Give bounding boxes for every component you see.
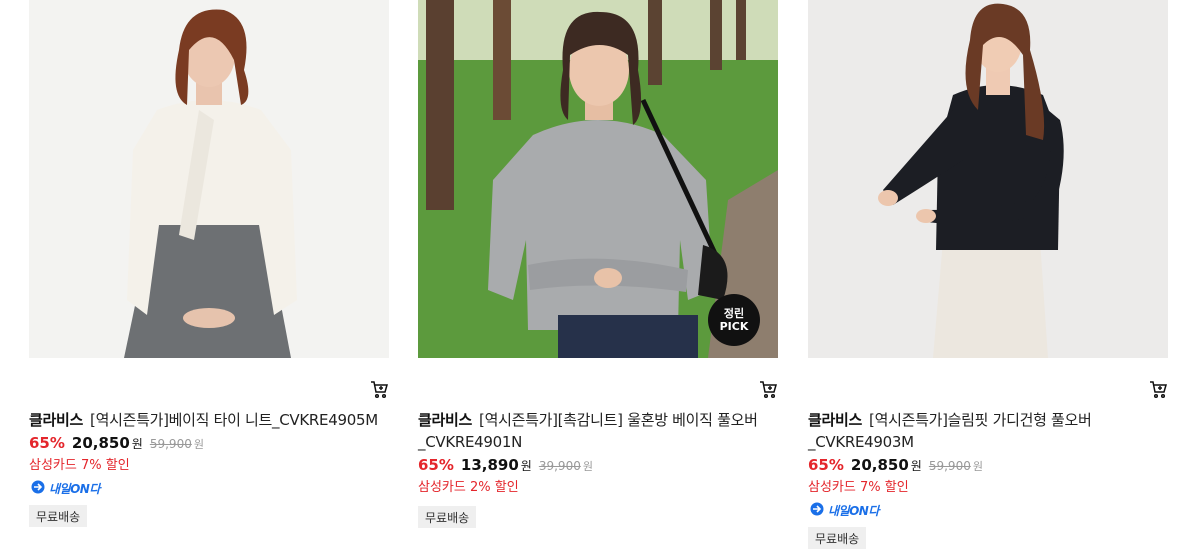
- free-shipping-badge: 무료배송: [29, 505, 88, 527]
- card-discount: 삼성카드 7% 할인: [29, 458, 130, 473]
- product-title[interactable]: 클라비스 [역시즌특가]슬림핏 가디건형 풀오버 _CVKRE4903M: [808, 409, 1168, 453]
- price-unit: 원: [910, 459, 922, 473]
- sale-price: 13,890: [460, 456, 519, 474]
- product-image[interactable]: [29, 0, 389, 358]
- product-title[interactable]: 클라비스 [역시즌특가][촉감니트] 울혼방 베이직 풀오버 _CVKRE4901…: [418, 409, 778, 453]
- brand-name: 클라비스: [29, 411, 84, 429]
- price-unit: 원: [520, 459, 532, 473]
- discount-rate: 65%: [808, 456, 844, 474]
- free-shipping-badge: 무료배송: [418, 506, 477, 528]
- product-image[interactable]: 정린 PICK: [418, 0, 778, 358]
- pick-badge-line1: 정린: [723, 307, 745, 320]
- pick-badge: 정린 PICK: [708, 294, 760, 346]
- card-discount: 삼성카드 7% 할인: [808, 480, 909, 495]
- original-price: 59,900: [928, 459, 971, 473]
- card-discount: 삼성카드 2% 할인: [418, 480, 519, 495]
- sale-price: 20,850: [850, 456, 909, 474]
- price-row: 65% 20,850 원 59,900 원: [29, 434, 204, 452]
- cart-icon[interactable]: [1148, 379, 1168, 399]
- cart-icon[interactable]: [758, 379, 778, 399]
- price-row: 65% 13,890 원 39,900 원: [418, 456, 593, 474]
- brand-name: 클라비스: [418, 411, 473, 429]
- discount-rate: 65%: [29, 434, 65, 452]
- delivery-label: 내일ON다: [49, 481, 100, 496]
- free-shipping-badge: 무료배송: [808, 527, 867, 549]
- original-price-unit: 원: [193, 438, 204, 451]
- truck-icon: [808, 501, 826, 520]
- product-title[interactable]: 클라비스 [역시즌특가]베이직 타이 니트_CVKRE4905M: [29, 409, 389, 431]
- brand-name: 클라비스: [808, 411, 863, 429]
- product-card[interactable]: 클라비스 [역시즌특가]베이직 타이 니트_CVKRE4905M 65% 20,8…: [29, 0, 389, 527]
- truck-icon: [29, 479, 47, 498]
- original-price-unit: 원: [582, 460, 593, 473]
- original-price: 59,900: [149, 437, 192, 451]
- product-card[interactable]: 클라비스 [역시즌특가]슬림핏 가디건형 풀오버 _CVKRE4903M 65% …: [808, 0, 1168, 549]
- delivery-label: 내일ON다: [828, 503, 879, 518]
- price-unit: 원: [131, 437, 143, 451]
- delivery-badge: 내일ON다: [808, 502, 879, 518]
- original-price-unit: 원: [972, 460, 983, 473]
- product-card[interactable]: 정린 PICK 클라비스 [역시즌특가][촉감니트] 울혼방 베이직 풀오버 _C…: [418, 0, 778, 528]
- price-row: 65% 20,850 원 59,900 원: [808, 456, 983, 474]
- original-price: 39,900: [538, 459, 581, 473]
- discount-rate: 65%: [418, 456, 454, 474]
- cart-icon[interactable]: [369, 379, 389, 399]
- delivery-badge: 내일ON다: [29, 480, 100, 496]
- pick-badge-line2: PICK: [719, 320, 749, 333]
- product-name: [역시즌특가]베이직 타이 니트_CVKRE4905M: [90, 411, 378, 429]
- sale-price: 20,850: [71, 434, 130, 452]
- product-image[interactable]: [808, 0, 1168, 358]
